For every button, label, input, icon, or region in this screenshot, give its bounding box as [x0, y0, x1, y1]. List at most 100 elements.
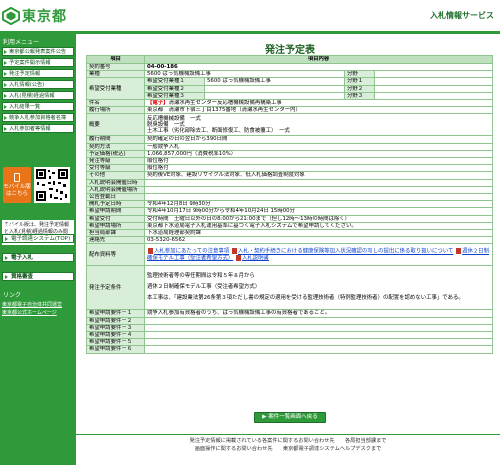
- label-order-timing: 発注等級: [86, 157, 145, 166]
- value-apply-hours: 受付時間 土曜日以外の日の8:00から21:00まで（但し12時～13時の時間は…: [143, 214, 494, 223]
- notes-line: 週休２日制確保モデル工事（受注者希望方式）: [147, 284, 261, 291]
- label-apply-period: 希望申請期間: [86, 207, 145, 216]
- label-period: 履行期間: [86, 135, 145, 144]
- main-content: 発注予定表 項目 項目内容 契約番号 04-00-186 業種 5600 ぱっ気…: [82, 34, 498, 465]
- label-open-date: 開札予定日時: [86, 200, 145, 209]
- notes-line: 監理技術者等の専任期間は令和５年８月から: [147, 273, 255, 280]
- link-qualification[interactable]: 資格審査: [2, 272, 74, 281]
- back-to-list-button[interactable]: ▶ 案件一覧画面へ戻る: [254, 412, 326, 423]
- value-location: 東京都 清瀬市下宿三丁目1375番地（清瀬水再生センター内）: [143, 106, 494, 115]
- label-cond-1: 希望申請要件－１: [86, 309, 145, 318]
- doc-link-manual[interactable]: 入札説明書: [242, 255, 269, 261]
- row-notes: 発注予定条件 監理技術者等の専任期間は令和５年８月から 週休２日制確保モデル工事…: [86, 265, 494, 311]
- value-period: 契約確定の日の翌日から390日間: [143, 135, 494, 144]
- row-cond-3: 希望申請要件－３: [86, 323, 494, 333]
- row-other: その他 契約後VE対象、建設リサイクル法対象、低入札価格調査制度対象: [86, 171, 494, 180]
- sidebar-item-bid-results[interactable]: 入札結果一覧: [2, 102, 74, 111]
- label-business: 業種: [86, 70, 145, 79]
- row-contact: 連絡先 03-5320-6562: [86, 236, 494, 245]
- label-desired-3: 希望受付業種３: [144, 91, 205, 101]
- table-header-row: 項目 項目内容: [86, 55, 494, 64]
- label-order-class: 受付等級: [86, 164, 145, 173]
- value-contract-no: 04-00-186: [143, 62, 494, 72]
- label-office: 担当局部課: [86, 229, 145, 238]
- back-to-list-label: 案件一覧画面へ戻る: [268, 414, 318, 420]
- row-desired-3: 希望受付業種３ 分野３: [87, 91, 494, 101]
- label-cond-5: 希望申請要件－５: [86, 338, 145, 347]
- header-item: 項目: [86, 55, 145, 64]
- row-period: 履行期間 契約確定の日の翌日から390日間: [86, 135, 494, 144]
- sidebar-item-planned-disclosure[interactable]: 予定案件開示情報: [2, 58, 74, 67]
- row-location: 履行場所 東京都 清瀬市下宿三丁目1375番地（清瀬水再生センター内）: [86, 106, 494, 115]
- row-cond-1: 希望申請要件－１ 競争入札参加有資格者のうち、ぱっ気機械設備工事の有資格者であるこ…: [86, 309, 494, 318]
- mobile-button-label: モバイル版はこちら: [3, 184, 31, 197]
- value-method: 一般競争入札: [143, 142, 494, 151]
- value-contact: 03-5320-6562: [143, 236, 494, 245]
- outline-line: 土木工事（劣化部除去工、断面修復工、防食被覆工） 一式: [147, 128, 290, 135]
- project-name: 清瀬水再生センター反応槽機械設備再構築工事: [168, 100, 282, 107]
- label-outline: 概要: [86, 113, 145, 137]
- row-contract-no: 契約番号 04-00-186: [86, 62, 494, 72]
- label-contract-no: 契約番号: [86, 62, 145, 72]
- row-announce-date: 公告登載日: [86, 193, 494, 202]
- sidebar-item-qualified-list[interactable]: 競争入札参加資格者名簿: [2, 113, 74, 122]
- links-heading: リンク: [3, 292, 22, 299]
- value-cond-1: 競争入札参加有資格者のうち、ぱっ気機械設備工事の有資格者であること。: [143, 309, 494, 318]
- order-schedule-table: 項目 項目内容 契約番号 04-00-186 業種 5600 ぱっ気機械設備工事…: [86, 55, 494, 354]
- doc-link-insurance[interactable]: 入札・契約手続きにおける健康保険等加入状況確認の写しの提出に係る取り扱いについて: [238, 249, 453, 255]
- value-announce-date: [143, 193, 494, 202]
- value-apply-period: 令和4年10月17日 9時00分から令和4年10月24日 15時00分: [143, 207, 494, 216]
- link-joint-operation[interactable]: 東京都電子自治体共同運営: [2, 302, 74, 308]
- label-apply-hours: 希望受付: [86, 214, 145, 223]
- row-cond-6: 希望申請要件－６: [86, 345, 494, 354]
- label-cond-3: 希望申請要件－３: [86, 323, 145, 333]
- footer-helpdesk-line: 画面操作に関するお問い合わせ先 東京都電子調達システムヘルプデスクまで: [194, 446, 382, 452]
- header-bar: 東京都 入札情報サービス: [0, 0, 500, 34]
- value-cond-4: [143, 331, 494, 340]
- row-name: 件名 【電子】清瀬水再生センター反応槽機械設備再構築工事: [86, 99, 494, 108]
- row-order-class: 受付等級 順位格付: [86, 164, 494, 173]
- label-notes: 発注予定条件: [86, 265, 145, 311]
- value-order-timing: 順位格付: [143, 157, 494, 166]
- link-tokyo-official[interactable]: 東京都公式ホームページ: [2, 310, 74, 316]
- row-method: 契約方法 一般競争入札: [86, 142, 494, 151]
- link-e-bidding[interactable]: 電子入札: [2, 253, 74, 262]
- label-method: 契約方法: [86, 142, 145, 151]
- mobile-version-button[interactable]: モバイル版はこちら: [3, 167, 31, 203]
- row-price: 予定価格(税込) 1,066,857,000円（消費税率10%）: [86, 149, 494, 159]
- link-e-procurement-top[interactable]: 電子調達システム(TOP): [2, 234, 74, 243]
- sidebar-item-participant-info[interactable]: 入札参加者等情報: [2, 124, 74, 133]
- label-cond-4: 希望申請要件－４: [86, 331, 145, 340]
- value-desired-2: [204, 84, 345, 93]
- value-cond-3: [143, 323, 494, 333]
- label-bunya-1: 分野１: [344, 77, 375, 86]
- page-title: 発注予定表: [265, 45, 315, 56]
- sidebar-item-order-schedule[interactable]: 発注予定情報: [2, 69, 74, 78]
- sidebar-item-bid-progress[interactable]: 入札(見積)経過情報: [2, 91, 74, 100]
- value-other: 契約後VE対象、建設リサイクル法対象、低入札価格調査制度対象: [143, 171, 494, 180]
- value-briefing-date: [143, 178, 494, 187]
- value-briefing-place: [143, 185, 494, 195]
- label-bunya: 分野: [344, 70, 375, 79]
- label-cond-2: 希望申請要件－２: [86, 316, 145, 325]
- value-business: 5600 ぱっ気機械設備工事: [144, 70, 345, 79]
- sidebar-item-public-notice[interactable]: 東京都公報発表案件公告: [2, 47, 74, 56]
- doc-link-notes[interactable]: 入札参加にあたっての注意事項: [154, 249, 229, 255]
- value-outline: 反応槽機械設備 一式 脱臭設備 一式 土木工事（劣化部除去工、断面修復工、防食被…: [143, 113, 494, 137]
- sidebar-item-bid-info[interactable]: 入札情報(公告): [2, 80, 74, 89]
- label-cond-6: 希望申請要件－６: [86, 345, 145, 354]
- tokyo-logo[interactable]: 東京都: [2, 6, 67, 26]
- row-docs: 配布資料等 入札参加にあたっての注意事項 入札・契約手続きにおける健康保険等加入…: [86, 243, 494, 267]
- related-links-heading: 関連リンク: [3, 224, 34, 231]
- sidebar: 利用メニュー 東京都公報発表案件公告 予定案件開示情報 発注予定情報 入札情報(…: [0, 34, 76, 465]
- label-bunya-2: 分野２: [344, 84, 375, 93]
- row-outline: 概要 反応槽機械設備 一式 脱臭設備 一式 土木工事（劣化部除去工、断面修復工、…: [86, 113, 494, 137]
- row-apply-period: 希望申請期間 令和4年10月17日 9時00分から令和4年10月24日 15時00…: [86, 207, 494, 216]
- value-desired-3: [204, 91, 345, 101]
- row-business: 業種 5600 ぱっ気機械設備工事 分野: [86, 70, 494, 79]
- row-office: 担当局部課 下水道局経理部契約課: [86, 229, 494, 238]
- row-cond-2: 希望申請要件－２: [86, 316, 494, 325]
- pdf-icon: [148, 248, 153, 255]
- value-desired-1: 5600 ぱっ気機械設備工事: [204, 77, 345, 86]
- label-contact: 連絡先: [86, 236, 145, 245]
